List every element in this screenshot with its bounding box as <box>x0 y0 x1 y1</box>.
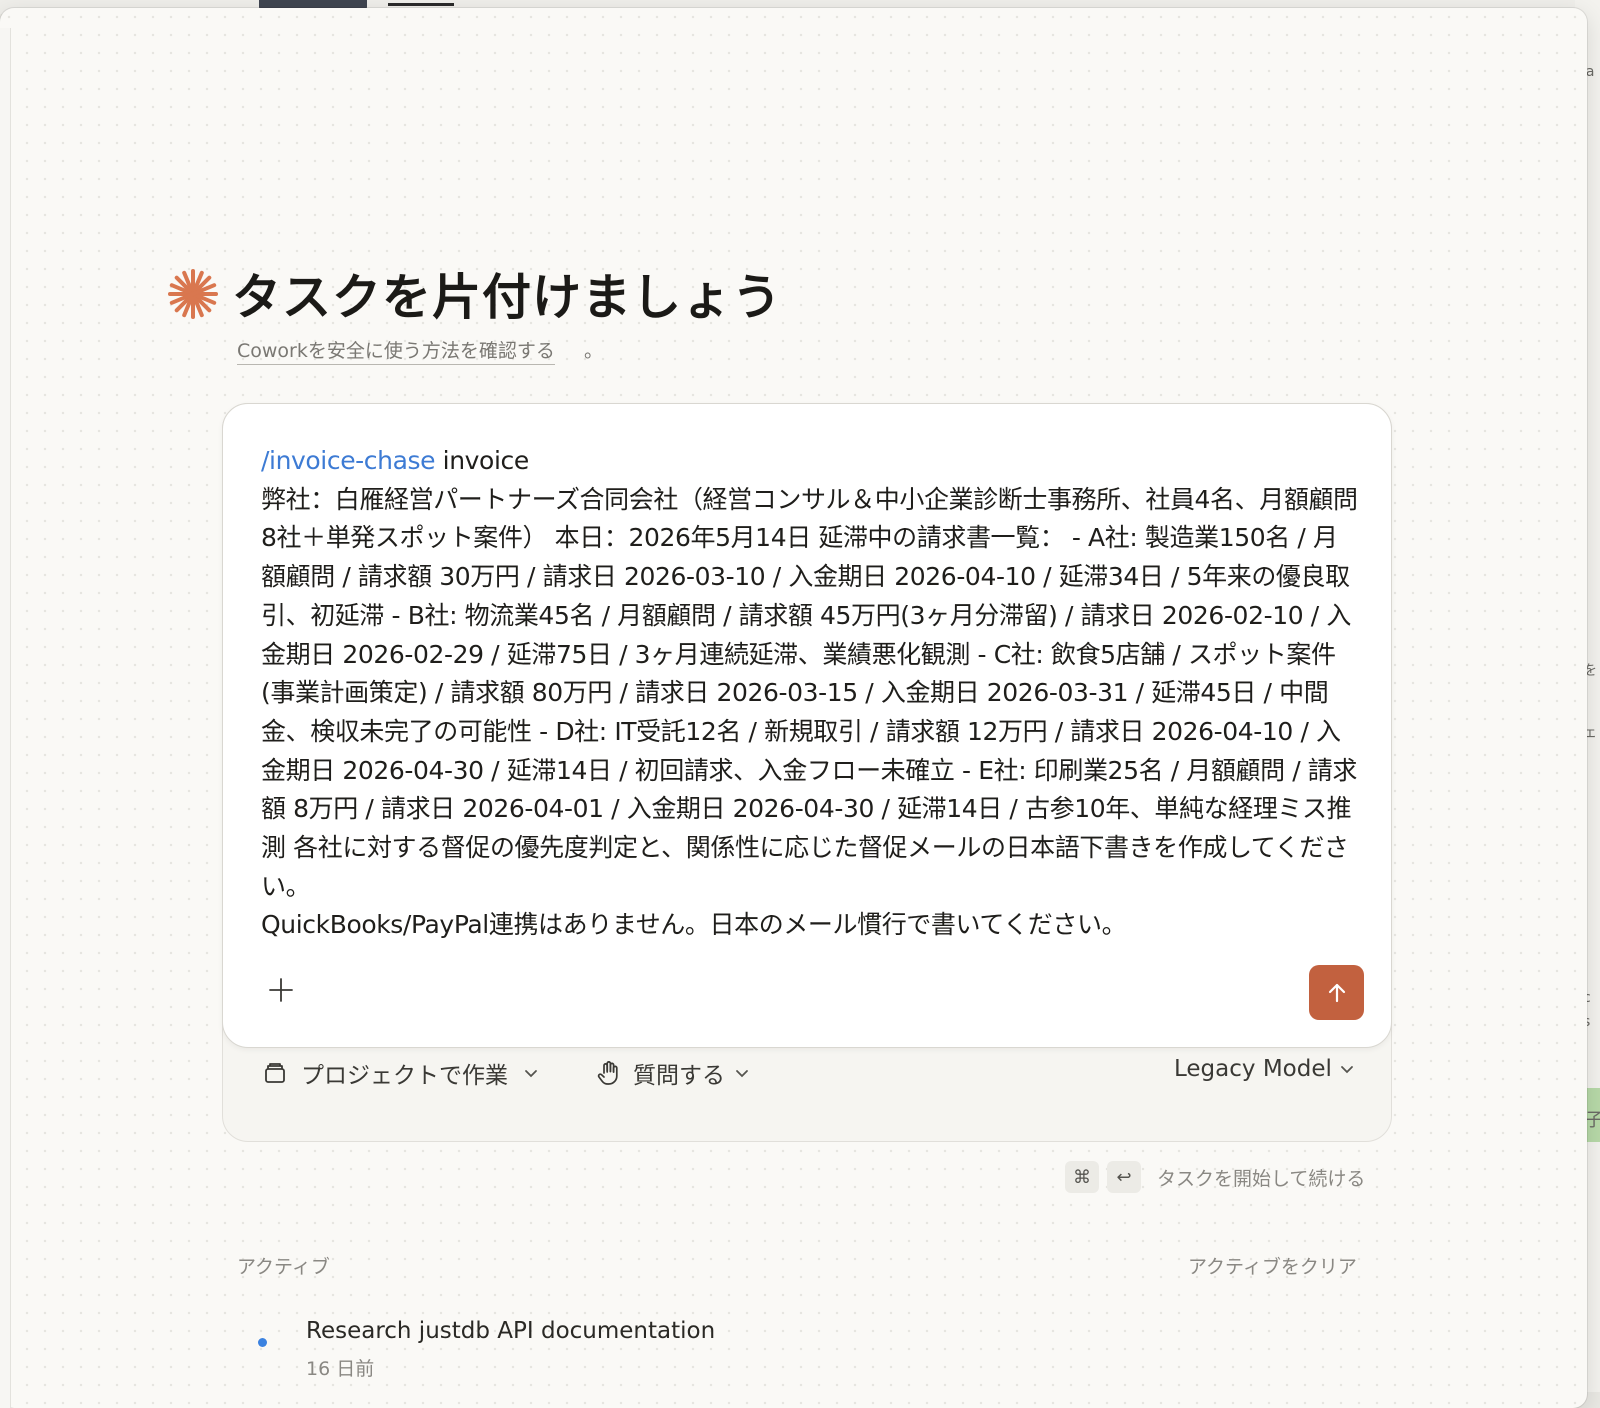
sidebar-edge <box>0 28 11 1408</box>
clear-active-button[interactable]: アクティブをクリア <box>1188 1252 1357 1279</box>
shortcut-hint-text: タスクを開始して続ける <box>1157 1167 1366 1190</box>
hero-header: タスクを片付けましょう <box>166 258 782 329</box>
page-title: タスクを片付けましょう <box>232 269 783 326</box>
raised-hand-icon <box>597 1061 618 1085</box>
archive-box-icon <box>265 1063 285 1083</box>
return-key-icon: ↩ <box>1107 1161 1141 1193</box>
task-title: Research justdb API documentation <box>306 1318 716 1344</box>
prompt-composer[interactable]: /invoice-chase invoice 弊社：白雁経営パートナーズ合同会社… <box>222 403 1392 1048</box>
active-task-item[interactable]: Research justdb API documentation 16 日前 <box>244 1312 1364 1380</box>
slash-command: /invoice-chase <box>261 446 436 475</box>
plus-icon <box>269 978 293 1002</box>
send-button[interactable] <box>1309 965 1364 1020</box>
prompt-text: invoice 弊社：白雁経営パートナーズ合同会社（経営コンサル＆中小企業診断士… <box>261 446 1358 940</box>
safety-guide-link[interactable]: Coworkを安全に使う方法を確認する <box>237 336 555 365</box>
active-section-label: アクティブ <box>237 1256 330 1278</box>
prompt-input[interactable]: /invoice-chase invoice 弊社：白雁経営パートナーズ合同会社… <box>261 442 1361 945</box>
model-selector-label: Legacy Model <box>1174 1056 1332 1082</box>
project-dropdown[interactable]: プロジェクトで作業 <box>261 1056 540 1090</box>
ask-mode-label: 質問する <box>633 1063 725 1089</box>
background-tab-indicator <box>388 3 454 6</box>
starburst-logo-icon <box>168 268 218 319</box>
project-dropdown-label: プロジェクトで作業 <box>301 1063 508 1089</box>
chevron-down-icon <box>525 1070 537 1078</box>
chevron-down-icon <box>1340 1066 1353 1074</box>
chevron-down-icon <box>736 1070 748 1078</box>
task-status-dot <box>258 1338 267 1347</box>
model-selector[interactable]: Legacy Model <box>1174 1056 1356 1082</box>
background-text: 子 <box>1585 1110 1600 1131</box>
task-age: 16 日前 <box>306 1358 375 1380</box>
add-attachment-button[interactable] <box>263 972 299 1008</box>
keyboard-shortcut-hint: ⌘ ↩ タスクを開始して続ける <box>1065 1161 1365 1193</box>
command-key-icon: ⌘ <box>1065 1161 1099 1193</box>
arrow-up-icon <box>1328 983 1345 1002</box>
safety-link-suffix: 。 <box>584 340 604 362</box>
ask-mode-dropdown[interactable]: 質問する <box>595 1056 751 1090</box>
